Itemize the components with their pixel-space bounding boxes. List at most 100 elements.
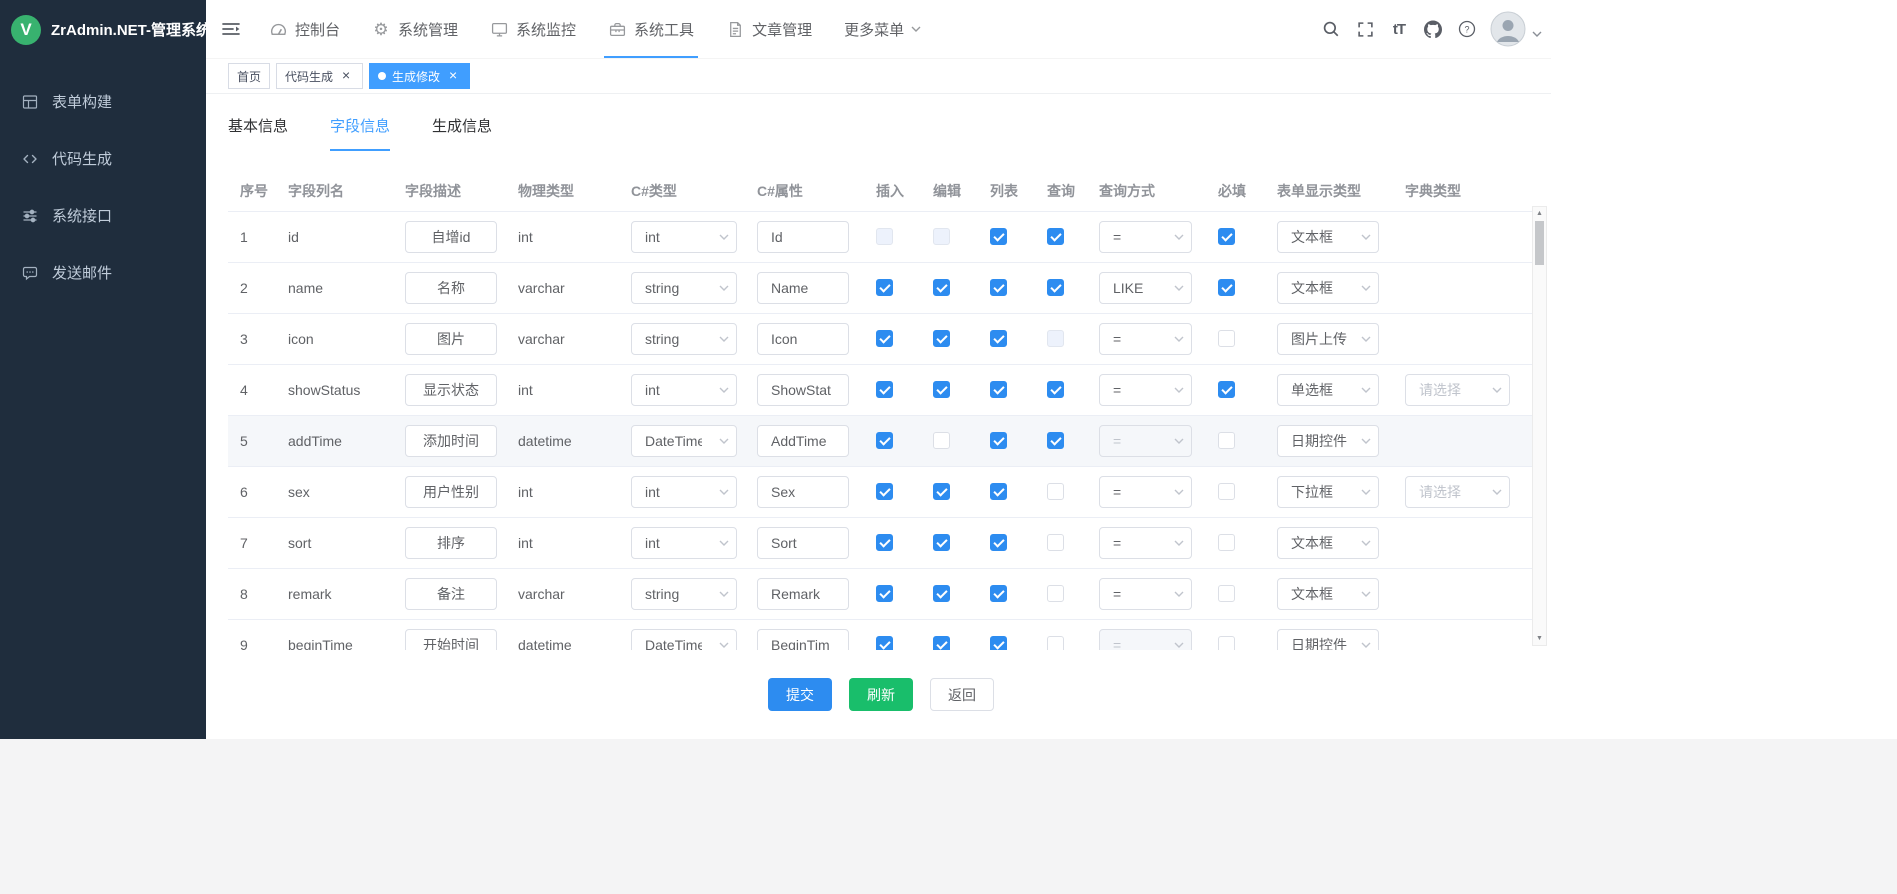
required-checkbox[interactable] — [1218, 381, 1235, 398]
dict-type-select[interactable]: 请选择 — [1405, 374, 1510, 406]
display-type-select[interactable]: 日期控件 — [1277, 425, 1379, 457]
display-type-select[interactable]: 日期控件 — [1277, 629, 1379, 651]
tab-2[interactable]: 生成信息 — [432, 110, 492, 151]
list-checkbox[interactable] — [990, 534, 1007, 551]
display-type-select[interactable]: 文本框 — [1277, 578, 1379, 610]
csharp-type-select[interactable]: DateTime — [631, 425, 737, 457]
list-checkbox[interactable] — [990, 381, 1007, 398]
list-checkbox[interactable] — [990, 585, 1007, 602]
description-input[interactable]: 排序 — [405, 527, 497, 559]
list-checkbox[interactable] — [990, 228, 1007, 245]
description-input[interactable]: 开始时间 — [405, 629, 497, 651]
display-type-select[interactable]: 图片上传 — [1277, 323, 1379, 355]
tag-1[interactable]: 代码生成× — [276, 63, 363, 89]
table-scrollbar[interactable]: ▲ ▼ — [1532, 206, 1547, 646]
required-checkbox[interactable] — [1218, 534, 1235, 551]
query-method-select[interactable]: LIKE — [1099, 272, 1192, 304]
list-checkbox[interactable] — [990, 636, 1007, 650]
tag-0[interactable]: 首页 — [228, 63, 270, 89]
csharp-property-input[interactable]: Id — [757, 221, 849, 253]
query-method-select[interactable]: = — [1099, 221, 1192, 253]
sidebar-item-0[interactable]: 表单构建 — [0, 73, 206, 130]
top-menu-item-0[interactable]: 控制台 — [253, 0, 356, 58]
edit-checkbox[interactable] — [933, 279, 950, 296]
display-type-select[interactable]: 文本框 — [1277, 272, 1379, 304]
list-checkbox[interactable] — [990, 330, 1007, 347]
tab-1[interactable]: 字段信息 — [330, 110, 390, 151]
help-button[interactable]: ? — [1450, 7, 1484, 51]
search-button[interactable] — [1314, 7, 1348, 51]
refresh-button[interactable]: 刷新 — [849, 678, 913, 711]
csharp-type-select[interactable]: int — [631, 476, 737, 508]
csharp-property-input[interactable]: Sex — [757, 476, 849, 508]
sidebar-item-2[interactable]: 系统接口 — [0, 187, 206, 244]
edit-checkbox[interactable] — [933, 534, 950, 551]
top-menu-item-4[interactable]: 文章管理 — [710, 0, 828, 58]
list-checkbox[interactable] — [990, 483, 1007, 500]
tab-0[interactable]: 基本信息 — [228, 110, 288, 151]
description-input[interactable]: 备注 — [405, 578, 497, 610]
insert-checkbox[interactable] — [876, 585, 893, 602]
query-checkbox[interactable] — [1047, 279, 1064, 296]
insert-checkbox[interactable] — [876, 432, 893, 449]
top-menu-item-1[interactable]: ⚙系统管理 — [356, 0, 474, 58]
required-checkbox[interactable] — [1218, 585, 1235, 602]
insert-checkbox[interactable] — [876, 534, 893, 551]
csharp-property-input[interactable]: Sort — [757, 527, 849, 559]
close-icon[interactable]: × — [445, 68, 461, 84]
csharp-type-select[interactable]: int — [631, 527, 737, 559]
edit-checkbox[interactable] — [933, 330, 950, 347]
query-method-select[interactable]: = — [1099, 323, 1192, 355]
csharp-type-select[interactable]: string — [631, 272, 737, 304]
display-type-select[interactable]: 下拉框 — [1277, 476, 1379, 508]
query-method-select[interactable]: = — [1099, 527, 1192, 559]
csharp-type-select[interactable]: string — [631, 578, 737, 610]
edit-checkbox[interactable] — [933, 483, 950, 500]
query-checkbox[interactable] — [1047, 228, 1064, 245]
fullscreen-button[interactable] — [1348, 7, 1382, 51]
query-checkbox[interactable] — [1047, 432, 1064, 449]
sidebar-item-3[interactable]: 发送邮件 — [0, 244, 206, 301]
required-checkbox[interactable] — [1218, 483, 1235, 500]
required-checkbox[interactable] — [1218, 330, 1235, 347]
required-checkbox[interactable] — [1218, 228, 1235, 245]
csharp-type-select[interactable]: DateTime — [631, 629, 737, 651]
font-size-button[interactable]: tT — [1382, 7, 1416, 51]
query-checkbox[interactable] — [1047, 585, 1064, 602]
csharp-property-input[interactable]: Icon — [757, 323, 849, 355]
edit-checkbox[interactable] — [933, 585, 950, 602]
user-avatar-menu[interactable] — [1490, 11, 1543, 47]
github-button[interactable] — [1416, 7, 1450, 51]
query-method-select[interactable]: = — [1099, 476, 1192, 508]
csharp-property-input[interactable]: ShowStat — [757, 374, 849, 406]
edit-checkbox[interactable] — [933, 381, 950, 398]
list-checkbox[interactable] — [990, 432, 1007, 449]
query-checkbox[interactable] — [1047, 534, 1064, 551]
csharp-property-input[interactable]: Name — [757, 272, 849, 304]
required-checkbox[interactable] — [1218, 432, 1235, 449]
back-button[interactable]: 返回 — [930, 678, 994, 711]
description-input[interactable]: 显示状态 — [405, 374, 497, 406]
top-menu-item-3[interactable]: 系统工具 — [592, 0, 710, 58]
description-input[interactable]: 名称 — [405, 272, 497, 304]
sidebar-toggle-button[interactable] — [206, 0, 253, 58]
close-icon[interactable]: × — [338, 68, 354, 84]
description-input[interactable]: 自增id — [405, 221, 497, 253]
required-checkbox[interactable] — [1218, 636, 1235, 650]
required-checkbox[interactable] — [1218, 279, 1235, 296]
insert-checkbox[interactable] — [876, 636, 893, 650]
scroll-down-arrow[interactable]: ▼ — [1533, 632, 1546, 645]
display-type-select[interactable]: 单选框 — [1277, 374, 1379, 406]
csharp-property-input[interactable]: BeginTim — [757, 629, 849, 651]
dict-type-select[interactable]: 请选择 — [1405, 476, 1510, 508]
insert-checkbox[interactable] — [876, 330, 893, 347]
query-method-select[interactable]: = — [1099, 374, 1192, 406]
query-checkbox[interactable] — [1047, 636, 1064, 650]
csharp-type-select[interactable]: int — [631, 374, 737, 406]
top-menu-item-2[interactable]: 系统监控 — [474, 0, 592, 58]
scroll-up-arrow[interactable]: ▲ — [1533, 207, 1546, 220]
top-menu-item-5[interactable]: 更多菜单 — [828, 0, 938, 58]
list-checkbox[interactable] — [990, 279, 1007, 296]
query-method-select[interactable]: = — [1099, 578, 1192, 610]
insert-checkbox[interactable] — [876, 279, 893, 296]
